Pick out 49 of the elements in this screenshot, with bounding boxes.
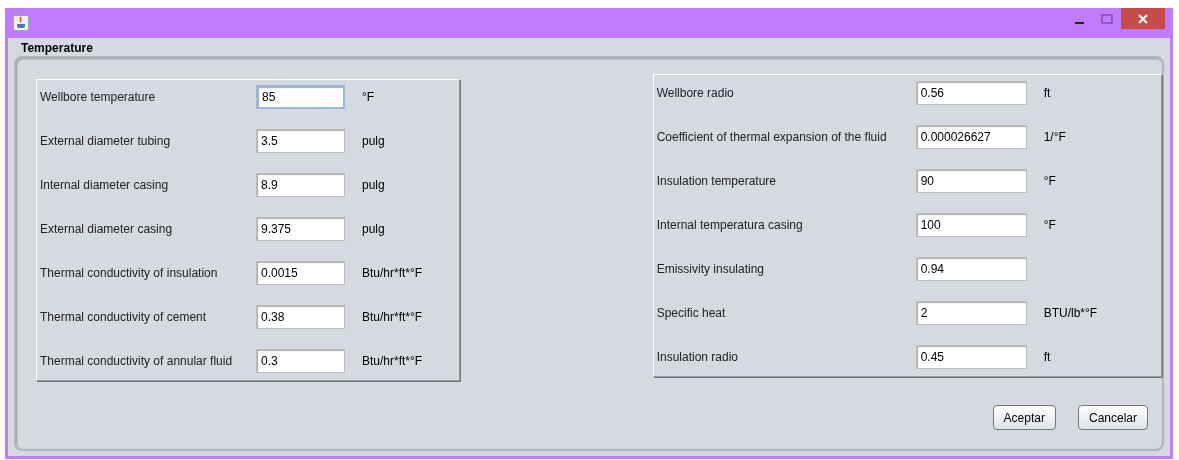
input-field[interactable]: 0.3 [256,349,345,373]
input-field[interactable]: 90 [915,169,1027,193]
unit-label: 1/°F [1043,130,1066,144]
field-label: Thermal conductivity of insulation [40,266,219,280]
input-field[interactable]: 8.9 [256,173,345,197]
field-label: Wellbore radio [656,86,735,100]
group-title: Temperature [20,41,94,56]
unit-label: pulg [362,178,385,192]
field-label: Thermal conductivity of cement [40,310,208,324]
input-field[interactable]: 0.56 [915,81,1027,105]
field-label: Thermal conductivity of annular fluid [40,354,234,368]
field-label: Wellbore temperature [40,90,157,104]
unit-label: °F [362,90,375,104]
input-field[interactable]: 0.45 [915,345,1027,369]
input-field[interactable]: 3.5 [256,129,345,153]
field-label: Insulation radio [656,350,740,364]
unit-label: Btu/hr*ft*°F [362,310,423,324]
field-label: Internal diameter casing [40,178,170,192]
unit-label: ft [1043,350,1051,364]
input-field[interactable]: 85 [256,85,345,109]
field-label: External diameter tubing [40,134,172,148]
field-label: Internal temperatura casing [656,218,804,232]
field-label: Coefficient of thermal expansion of the fluid [656,130,888,144]
field-label: External diameter casing [40,222,174,236]
input-field[interactable]: 9.375 [256,217,345,241]
input-field[interactable]: 0.000026627 [915,125,1027,149]
accept-button[interactable]: Aceptar [992,405,1056,430]
input-field[interactable]: 0.94 [915,257,1027,281]
unit-label: ft [1043,86,1051,100]
maximize-icon [1101,13,1113,24]
unit-label: Btu/hr*ft*°F [362,354,423,368]
minimize-icon [1074,21,1084,24]
input-field[interactable]: 2 [915,301,1027,325]
input-field[interactable]: 100 [915,213,1027,237]
close-button[interactable] [1121,8,1165,29]
unit-label: pulg [362,222,385,236]
cancel-button[interactable]: Cancelar [1077,405,1148,430]
unit-label: °F [1043,218,1056,232]
field-label: Specific heat [656,306,727,320]
input-field[interactable]: 0.0015 [256,261,345,285]
unit-label: Btu/hr*ft*°F [362,266,423,280]
coffee-cup-icon [13,15,29,31]
close-icon [1137,12,1149,25]
field-label: Insulation temperature [656,174,778,188]
input-field[interactable]: 0.38 [256,305,345,329]
unit-label: BTU/lb*°F [1043,306,1098,320]
unit-label: pulg [362,134,385,148]
unit-label: °F [1043,174,1056,188]
field-label: Emissivity insulating [656,262,765,276]
